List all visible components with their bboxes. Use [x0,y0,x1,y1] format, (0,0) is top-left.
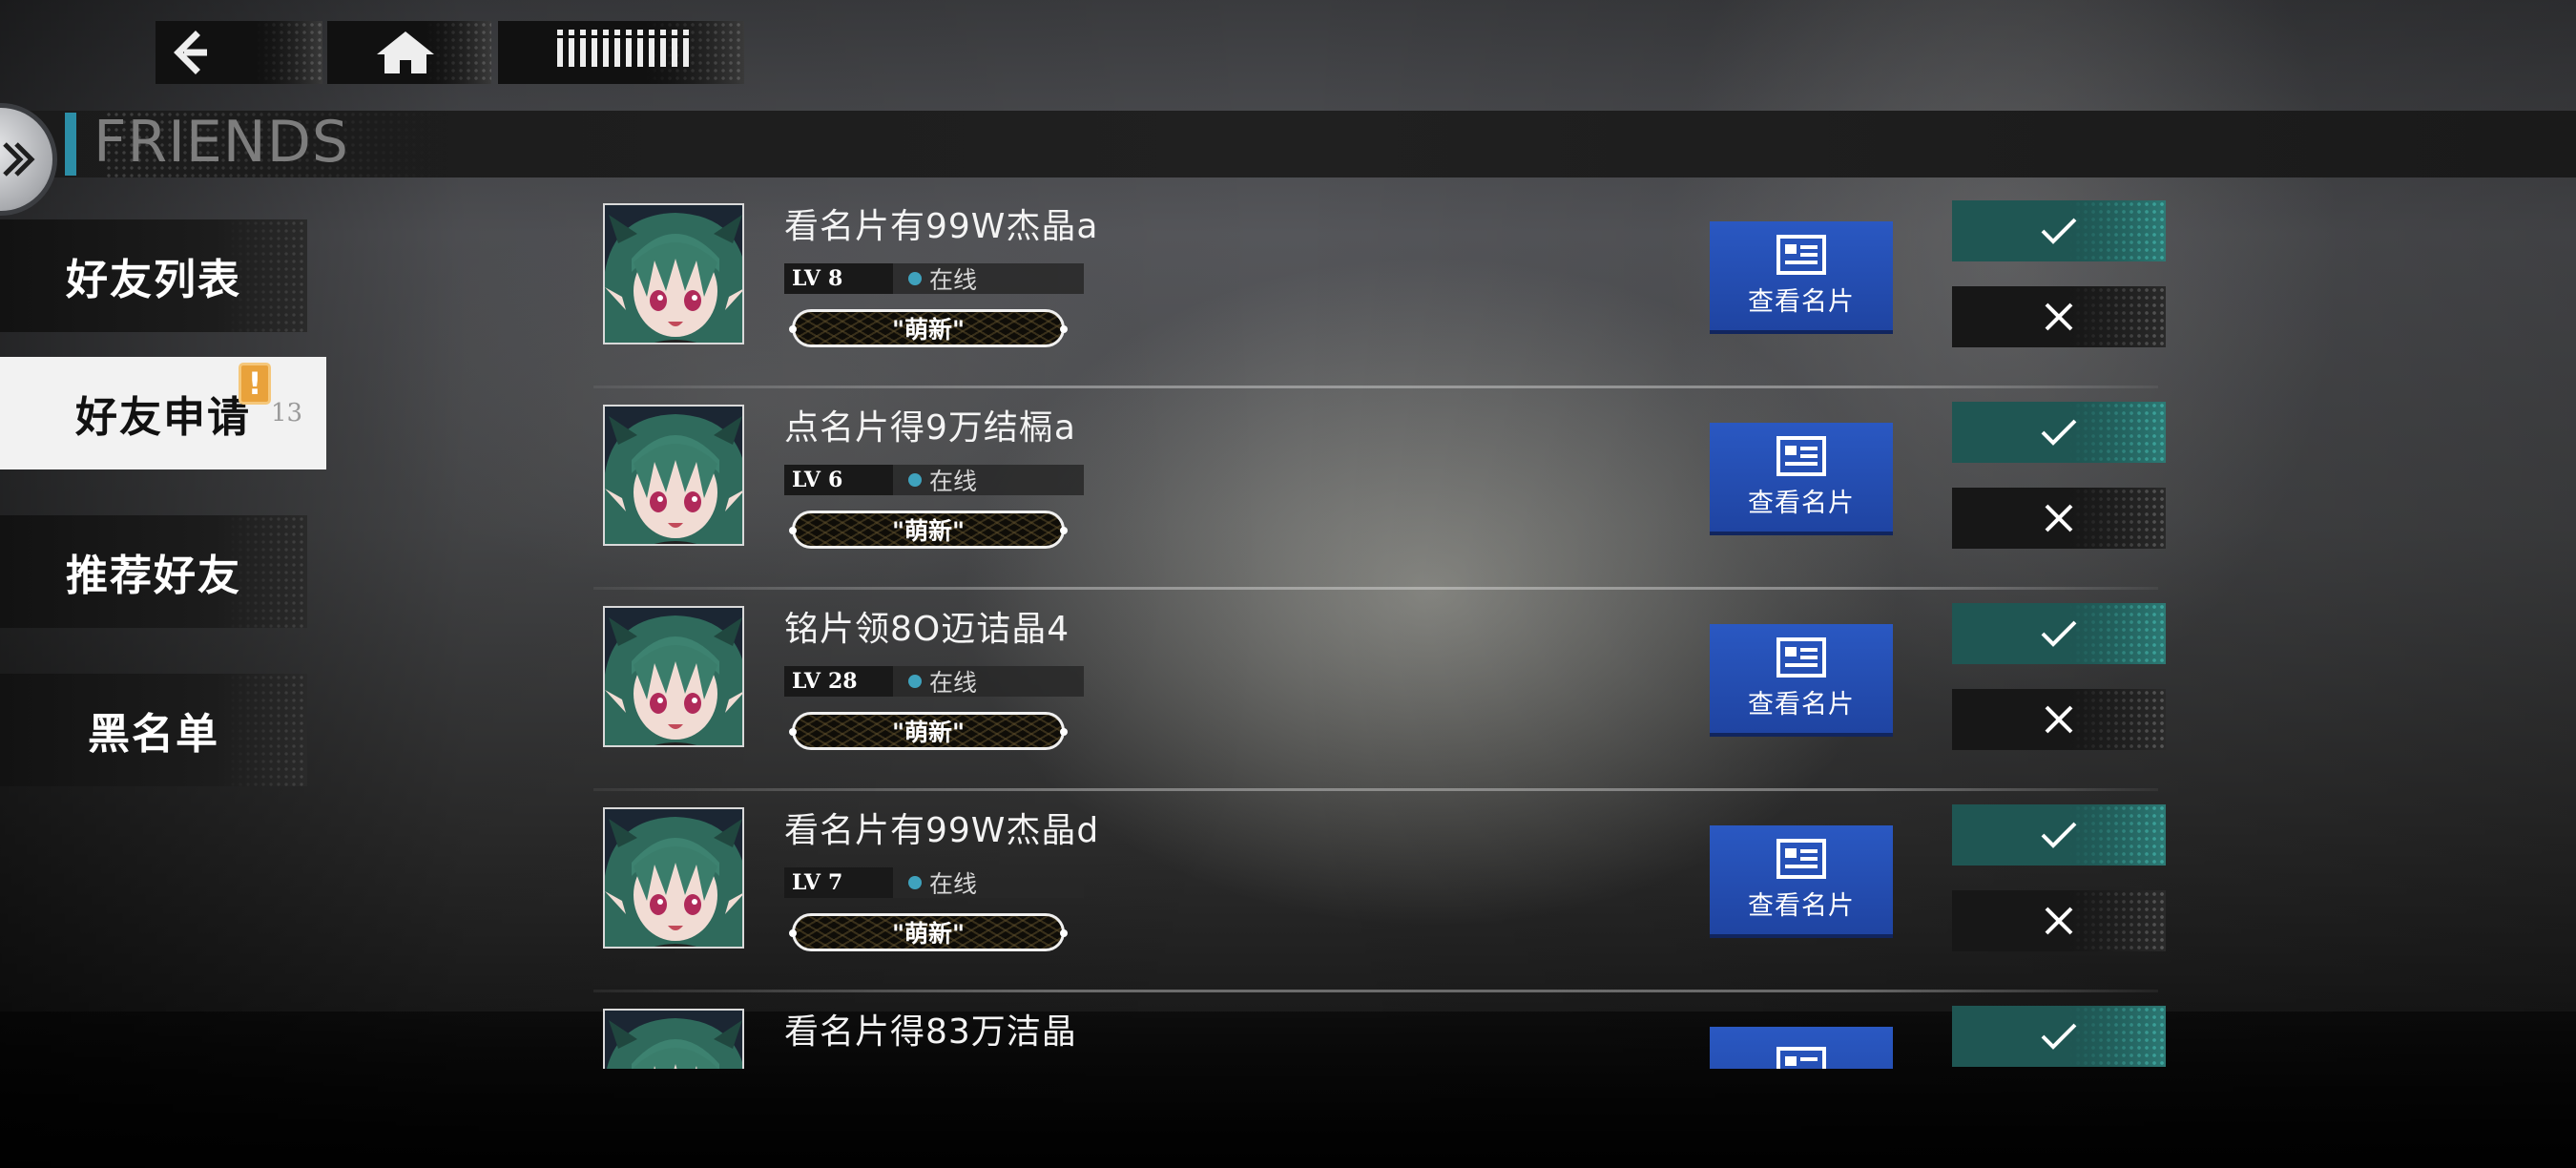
alert-badge: ! [239,363,271,405]
online-status-icon [908,473,922,487]
checkmark-icon [2041,1023,2077,1050]
online-status-text: 在线 [929,870,978,898]
id-card-icon [1776,234,1826,275]
request-row: 看名片得83万洁晶 [593,992,2177,1069]
tab-label: 好友列表 [66,256,241,304]
tab-friend-list[interactable]: 好友列表 [0,219,307,332]
id-card-icon [1776,435,1826,476]
double-chevron-icon [3,142,35,177]
level-value: 6 [827,468,843,492]
view-card-button[interactable]: 查看名片 [1710,624,1893,733]
player-avatar[interactable] [603,1009,744,1069]
player-title-tag: "萌新" [789,712,1068,750]
accept-button[interactable] [1952,1006,2166,1067]
level-badge: LV 28 [784,666,893,697]
id-card-icon [1776,838,1826,879]
back-button[interactable] [156,21,322,84]
level-status-bar: LV 6 在线 [784,465,1084,495]
player-avatar[interactable] [603,807,744,949]
request-row: 看名片有99W杰晶a LV 8 在线 "萌新" 查看名片 [593,187,2177,388]
accept-button[interactable] [1952,804,2166,866]
reject-button[interactable] [1952,488,2166,549]
level-status-bar: LV 28 在线 [784,666,1084,697]
level-prefix: LV [792,870,821,895]
online-status-icon [908,272,922,285]
player-name: 点名片得9万结槅a [784,408,1076,448]
request-count: 13 [271,399,303,428]
online-status-text: 在线 [929,669,978,697]
request-row: 点名片得9万结槅a LV 6 在线 "萌新" 查看名片 [593,388,2177,590]
player-avatar[interactable] [603,405,744,546]
view-card-label: 查看名片 [1748,890,1855,921]
level-value: 8 [827,266,843,291]
view-card-button[interactable] [1710,1027,1893,1069]
header-accent-bar [65,113,76,176]
tab-label: 推荐好友 [66,552,241,600]
online-status-icon [908,876,922,889]
id-card-icon [1776,636,1826,678]
player-name: 看名片有99W杰晶d [784,811,1100,850]
player-name: 铭片领8O迈诘晶4 [784,610,1070,649]
reject-button[interactable] [1952,689,2166,750]
home-button[interactable] [327,21,491,84]
close-icon [2045,705,2073,734]
accept-button[interactable] [1952,200,2166,261]
level-status-bar: LV 8 在线 [784,263,1084,294]
home-icon [377,31,434,73]
player-title-tag: "萌新" [789,309,1068,347]
checkmark-icon [2041,419,2077,446]
request-row: 铭片领8O迈诘晶4 LV 28 在线 "萌新" 查看名片 [593,590,2177,791]
friend-request-list[interactable]: 看名片有99W杰晶a LV 8 在线 "萌新" 查看名片 点名片得9万结槅a L… [593,187,2177,1069]
online-status-text: 在线 [929,468,978,495]
avatar-portrait [605,809,742,947]
accept-button[interactable] [1952,603,2166,664]
level-badge: LV 6 [784,465,893,495]
checkmark-icon [2041,822,2077,848]
tab-label: 黑名单 [88,710,219,759]
close-icon [2045,302,2073,331]
level-status-bar: LV 7 在线 [784,867,1084,898]
level-value: 28 [827,669,858,694]
reject-button[interactable] [1952,286,2166,347]
player-title-tag: "萌新" [789,913,1068,951]
view-card-button[interactable]: 查看名片 [1710,825,1893,934]
page-title: FRIENDS [93,109,349,176]
menu-bars-icon [557,30,689,67]
close-icon [2045,907,2073,935]
view-card-button[interactable]: 查看名片 [1710,423,1893,532]
online-status-text: 在线 [929,266,978,294]
online-status-icon [908,675,922,688]
avatar-portrait [605,608,742,745]
player-title-tag: "萌新" [789,511,1068,549]
avatar-portrait [605,1011,742,1069]
checkmark-icon [2041,620,2077,647]
player-avatar[interactable] [603,606,744,747]
close-icon [2045,504,2073,532]
menu-button[interactable] [498,21,744,84]
player-avatar[interactable] [603,203,744,344]
level-badge: LV 8 [784,263,893,294]
avatar-portrait [605,205,742,343]
view-card-label: 查看名片 [1748,689,1855,720]
view-card-label: 查看名片 [1748,488,1855,518]
id-card-icon [1776,1047,1826,1069]
reject-button[interactable] [1952,890,2166,951]
level-prefix: LV [792,266,821,291]
view-card-label: 查看名片 [1748,286,1855,317]
level-prefix: LV [792,468,821,492]
level-badge: LV 7 [784,867,893,898]
tab-recommended-friends[interactable]: 推荐好友 [0,515,307,628]
checkmark-icon [2041,218,2077,244]
player-name: 看名片有99W杰晶a [784,207,1099,246]
back-arrow-icon [174,31,207,74]
level-value: 7 [827,870,843,895]
tab-blacklist[interactable]: 黑名单 [0,674,307,786]
player-name: 看名片得83万洁晶 [784,1012,1077,1052]
request-row: 看名片有99W杰晶d LV 7 在线 "萌新" 查看名片 [593,791,2177,992]
level-prefix: LV [792,669,821,694]
accept-button[interactable] [1952,402,2166,463]
tab-label: 好友申请 [75,393,251,442]
view-card-button[interactable]: 查看名片 [1710,221,1893,330]
avatar-portrait [605,407,742,544]
